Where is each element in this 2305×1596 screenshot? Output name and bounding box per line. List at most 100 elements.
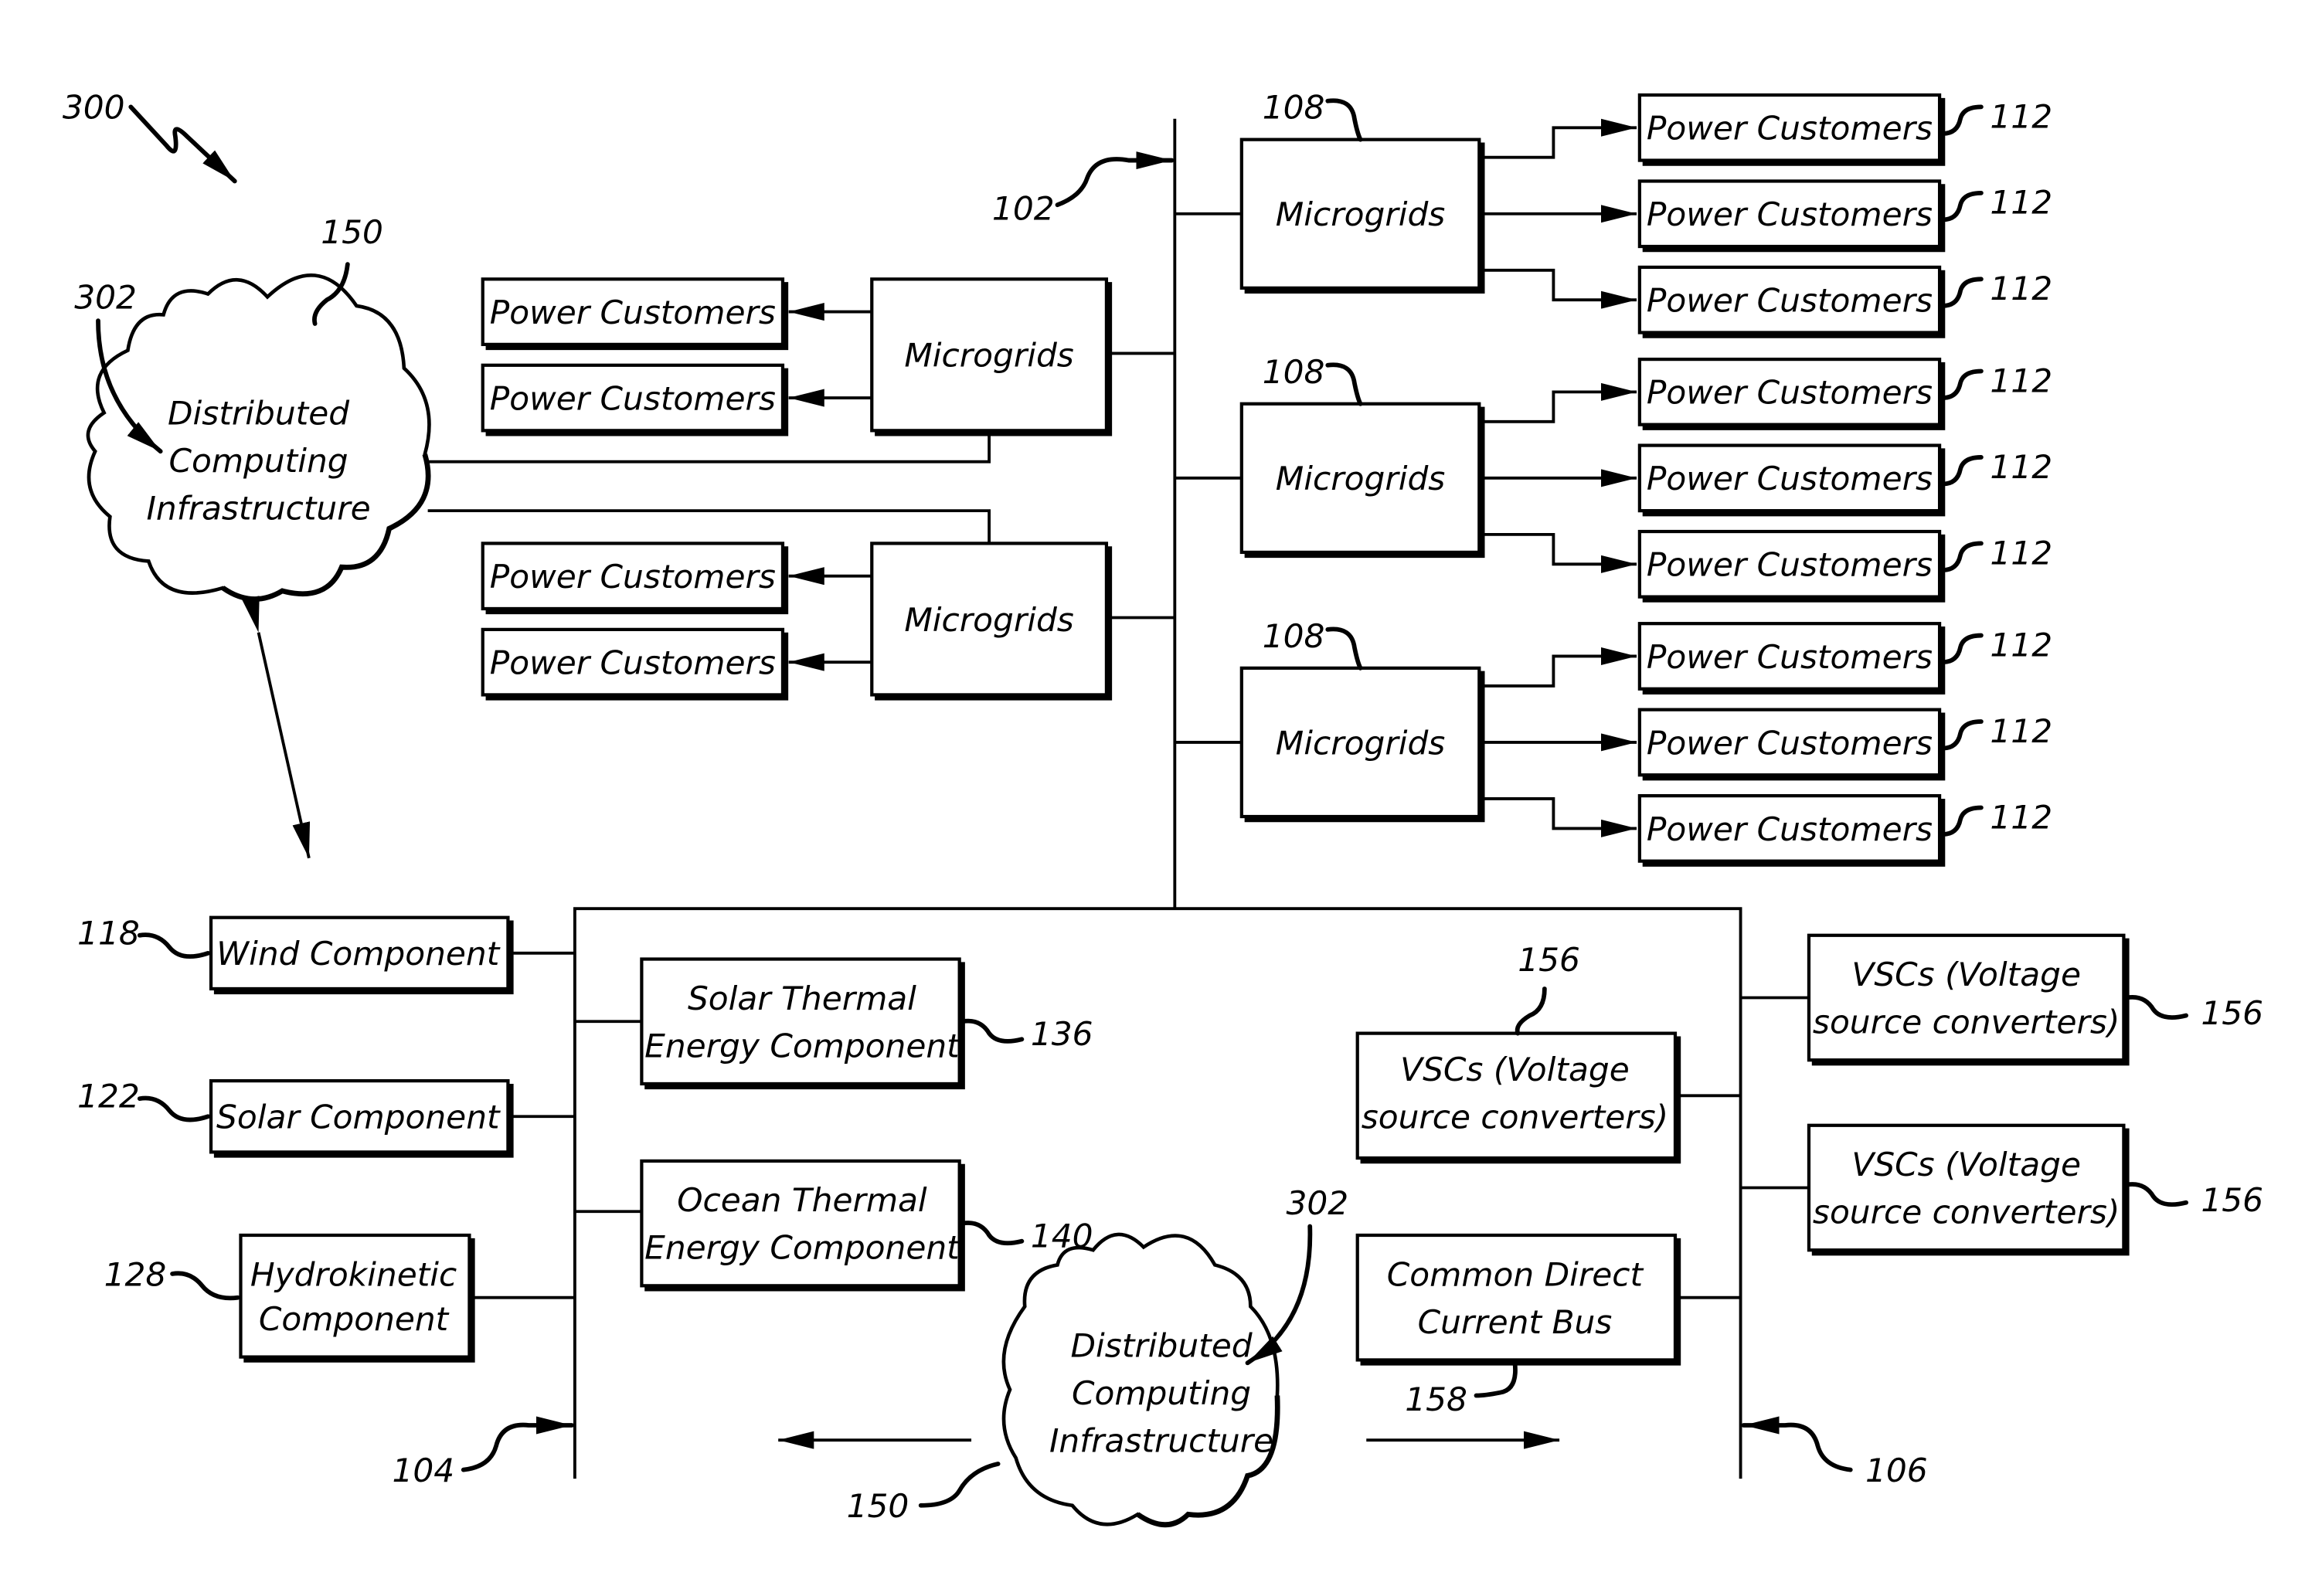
left-microgrids: Microgrids Power Customers Power Customers… [481,277,1175,701]
arrow-icon [1479,797,1637,837]
cloud-link-microgrid-1 [427,433,991,464]
box [640,957,961,1086]
power-grid-diagram: 300 102 104 106 Distributed Computing In… [63,89,2263,1527]
cloud-text-line: Infrastructure [1049,1422,1273,1460]
source-label: Energy Component [644,1229,960,1267]
ref-leader-icon [1940,805,1984,837]
power-customers-right-label: Power Customers [1647,724,1933,762]
power-customers-right[interactable]: Power Customers [1637,179,1946,253]
ref-leader-icon [1940,719,1984,751]
power-customers-left-label: Power Customers [490,379,776,417]
ref-leader-icon [1940,277,1984,308]
power-customers-left[interactable]: Power Customers [481,542,789,615]
cloud-text-line: Distributed [168,395,350,433]
source-ref: 128 [104,1255,167,1293]
power-customers-left-label: Power Customers [490,558,776,596]
source-ocean-thermal[interactable]: Ocean Thermal Energy Component 140 [574,1159,1093,1292]
power-customers-right-label: Power Customers [1647,810,1933,848]
customer-ref: 112 [1990,448,2052,486]
power-customers-left-label: Power Customers [490,644,776,682]
power-customers-right-label: Power Customers [1647,195,1933,233]
power-customers-right-label: Power Customers [1647,110,1933,148]
source-solar[interactable]: Solar Component 122 [77,1078,575,1158]
dc-bus-label: Current Bus [1418,1303,1613,1341]
converter-label: VSCs (Voltage [1400,1051,1630,1088]
microgrid-ref: 108 [1263,89,1325,127]
power-customers-right-label: Power Customers [1647,546,1933,584]
source-label: Wind Component [216,935,500,973]
bus-ref-106: 106 [1741,1416,1928,1489]
power-customers-right[interactable]: Power Customers [1637,443,1946,517]
power-customers-left[interactable]: Power Customers [481,277,789,351]
arrow-icon [1479,647,1637,688]
microgrid-right[interactable]: Microgrids [1239,402,1485,559]
power-customers-right[interactable]: Power Customers [1637,93,1946,166]
converter-label: VSCs (Voltage [1851,956,2081,993]
microgrid-right[interactable]: Microgrids [1239,138,1485,294]
microgrid-left[interactable]: Microgrids [870,277,1113,436]
power-customers-left[interactable]: Power Customers [481,363,789,436]
cloud-ref: 150 [847,1487,909,1525]
cloud-text-line: Computing [168,442,348,480]
ref-leader-icon [137,932,211,959]
power-customers-right[interactable]: Power Customers [1637,529,1946,603]
ref-leader-icon [2124,995,2188,1020]
power-customers-right-label: Power Customers [1647,374,1933,412]
common-dc-bus[interactable]: Common Direct Current Bus 158 [1355,1233,1741,1418]
power-customers-right-label: Power Customers [1647,282,1933,320]
microgrid-right-label: Microgrids [1276,195,1445,233]
source-ref: 122 [77,1078,140,1116]
microgrid-ref: 108 [1263,617,1325,655]
power-customers-left[interactable]: Power Customers [481,627,789,701]
power-customers-right[interactable]: Power Customers [1637,622,1946,694]
power-customers-right[interactable]: Power Customers [1637,794,1946,867]
customer-ref: 112 [1990,184,2052,222]
converter-label: source converters) [1813,1194,2120,1231]
source-label: Ocean Thermal [677,1181,927,1219]
box [640,1159,961,1288]
power-customers-right-label: Power Customers [1647,460,1933,497]
microgrid-ref: 108 [1263,353,1325,391]
power-customers-left-label: Power Customers [490,294,776,331]
box [239,1233,471,1359]
cloud-ref2: 302 [74,279,137,317]
vsc-outer-2[interactable]: VSCs (Voltage source converters) 156 [1740,1123,2263,1256]
converter-label: source converters) [1813,1003,2120,1041]
box [1807,1123,2126,1252]
customer-ref: 112 [1990,626,2052,664]
source-wind[interactable]: Wind Component 118 [77,914,575,995]
power-customers-right[interactable]: Power Customers [1637,265,1946,338]
ref-leader-icon [1940,455,1984,487]
arrow-icon [1479,532,1637,573]
source-label: Solar Thermal [688,980,916,1017]
ref-leader-icon [1515,986,1547,1036]
customer-ref: 112 [1990,362,2052,399]
figure-number: 300 [63,89,125,127]
ref-leader-icon [960,1221,1025,1246]
source-ref: 136 [1031,1015,1093,1053]
microgrid-right[interactable]: Microgrids [1239,666,1485,823]
ref-leader-icon [960,1018,1025,1044]
box [1807,933,2126,1062]
bus-ref-label: 104 [393,1452,455,1489]
source-solar-thermal[interactable]: Solar Thermal Energy Component 136 [574,957,1093,1090]
figure-ref-300: 300 [63,89,237,184]
ref-leader-icon [1940,541,1984,572]
bidirectional-arrow-icon [242,596,311,859]
ref-arrow-icon [461,1416,574,1472]
ref-leader-icon [1940,104,1984,136]
source-hydrokinetic[interactable]: Hydrokinetic Component 128 [104,1233,575,1363]
power-customers-right[interactable]: Power Customers [1637,708,1946,781]
converter-ref: 156 [2201,994,2263,1032]
cloud-distributed-computing-top: Distributed Computing Infrastructure 150… [74,213,431,602]
source-ref: 118 [77,914,140,952]
power-customers-right[interactable]: Power Customers [1637,357,1946,430]
vsc-outer-1[interactable]: VSCs (Voltage source converters) 156 [1740,933,2263,1066]
customer-ref: 112 [1990,270,2052,307]
microgrid-left[interactable]: Microgrids [870,542,1113,701]
figure-arrow-icon [128,104,237,184]
customer-ref: 112 [1990,534,2052,572]
vsc-inner[interactable]: VSCs (Voltage source converters) 156 [1355,941,1741,1164]
arrow-icon [1479,268,1637,309]
dc-bus-ref: 158 [1405,1380,1467,1418]
